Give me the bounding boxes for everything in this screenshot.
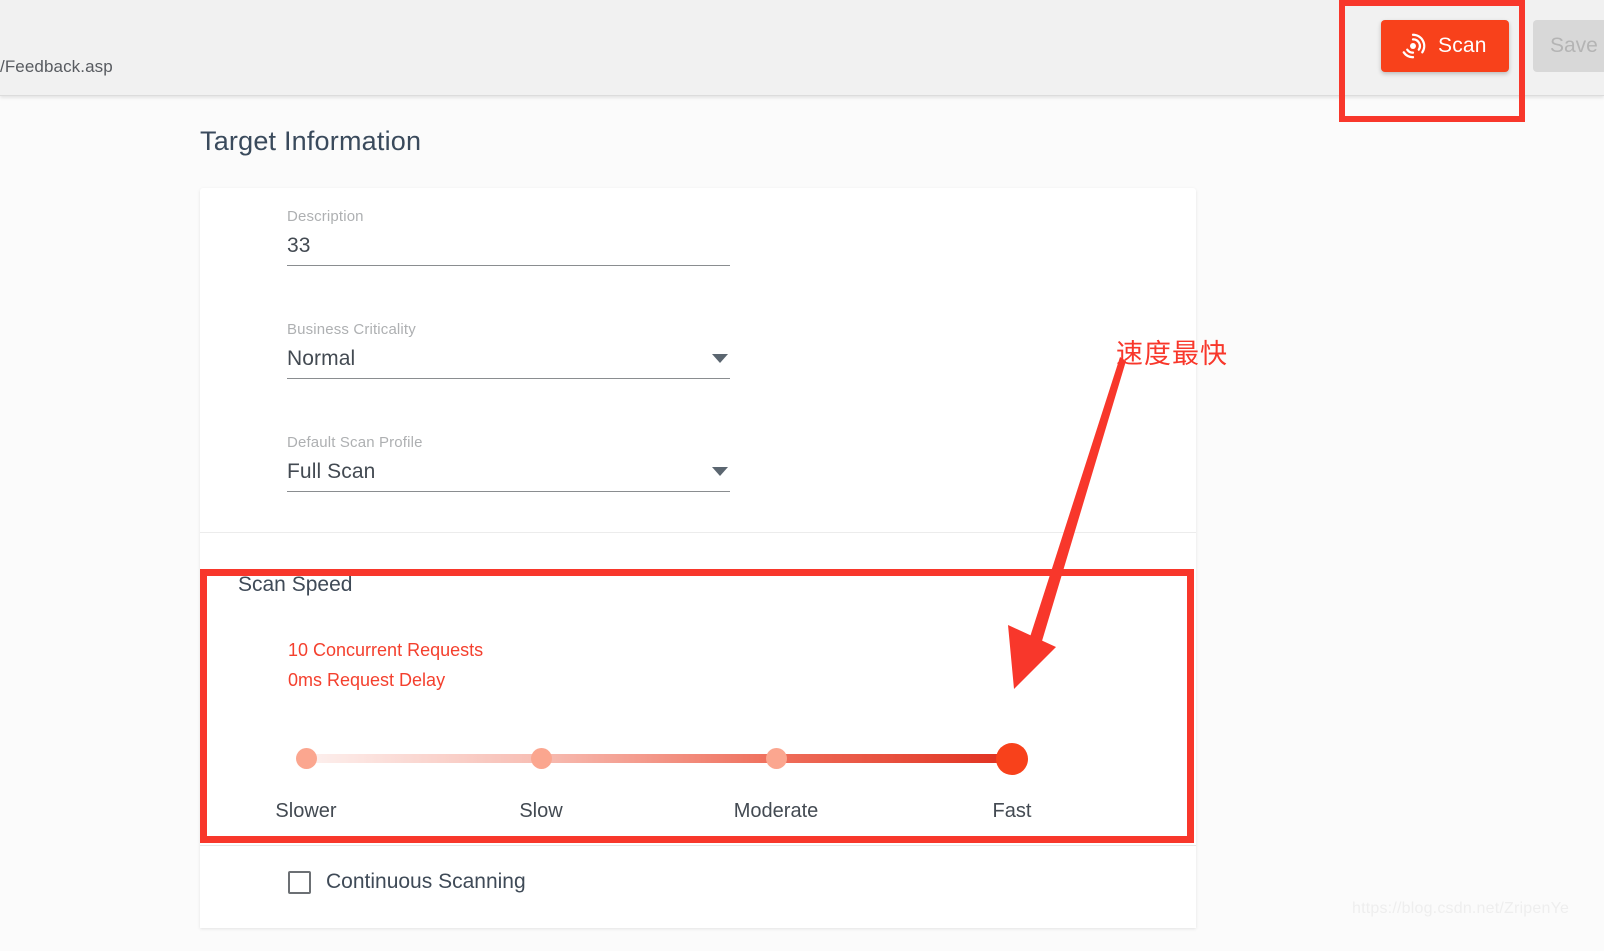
radar-scan-icon (1399, 32, 1427, 60)
default-scan-profile-select[interactable]: Full Scan (287, 460, 730, 492)
description-input[interactable]: 33 (287, 234, 730, 266)
scan-button-label: Scan (1438, 34, 1487, 57)
top-header-bar: /Feedback.asp Scan Save (0, 0, 1604, 96)
target-settings-card: Description 33 Business Criticality Norm… (200, 188, 1196, 928)
slider-tick-moderate[interactable] (766, 748, 787, 769)
description-label: Description (287, 208, 364, 225)
business-criticality-select[interactable]: Normal (287, 347, 730, 379)
concurrent-requests-text: 10 Concurrent Requests (288, 640, 484, 660)
slider-labels: Slower Slow Moderate Fast (275, 800, 1031, 826)
slider-thumb-fast[interactable] (996, 743, 1028, 775)
slider-label-slower[interactable]: Slower (275, 800, 336, 823)
slider-tick-slower[interactable] (296, 748, 317, 769)
card-divider (200, 532, 1196, 533)
watermark-text: https://blog.csdn.net/ZripenYe (1352, 900, 1570, 917)
target-url-text: /Feedback.asp (0, 57, 113, 76)
scan-speed-info: 10 Concurrent Requests 0ms Request Delay (288, 635, 483, 695)
app-root: /Feedback.asp Scan Save Target Informati… (0, 0, 1604, 951)
chevron-down-icon[interactable] (712, 354, 728, 363)
chevron-down-icon[interactable] (712, 467, 728, 476)
default-scan-profile-field[interactable]: Default Scan Profile Full Scan (287, 434, 730, 492)
continuous-scanning-row[interactable]: Continuous Scanning (288, 870, 526, 894)
slider-label-slow[interactable]: Slow (519, 800, 562, 823)
slider-tick-slow[interactable] (531, 748, 552, 769)
continuous-scanning-label: Continuous Scanning (326, 870, 526, 893)
description-field[interactable]: Description 33 (287, 208, 730, 266)
scan-button[interactable]: Scan (1381, 20, 1509, 72)
business-criticality-label: Business Criticality (287, 321, 416, 338)
continuous-scanning-checkbox[interactable] (288, 870, 311, 894)
save-button[interactable]: Save (1533, 20, 1604, 72)
business-criticality-field[interactable]: Business Criticality Normal (287, 321, 730, 379)
default-scan-profile-label: Default Scan Profile (287, 434, 423, 451)
slider-label-moderate[interactable]: Moderate (734, 800, 819, 823)
page-title: Target Information (200, 126, 422, 156)
card-divider-lower (200, 845, 1196, 846)
request-delay-text: 0ms Request Delay (288, 670, 446, 690)
slider-track[interactable] (306, 754, 1012, 763)
scan-speed-section-title: Scan Speed (238, 573, 353, 596)
slider-label-fast[interactable]: Fast (993, 800, 1032, 823)
